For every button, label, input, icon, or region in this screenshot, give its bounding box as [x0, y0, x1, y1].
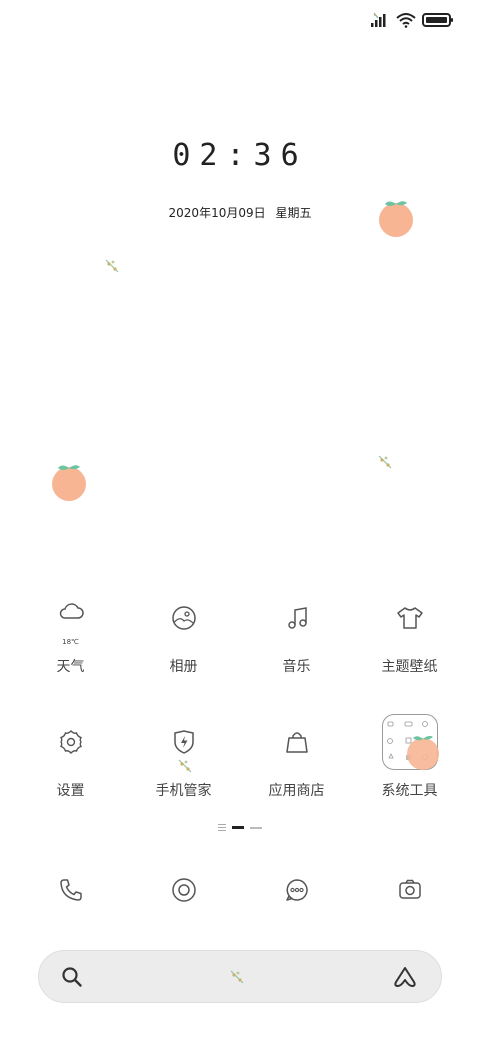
- shield-icon: [156, 714, 212, 770]
- dock: [14, 862, 466, 918]
- flower-sprig-icon: [378, 455, 392, 469]
- flower-sprig-icon: [230, 970, 244, 983]
- dock-phone[interactable]: [14, 862, 127, 918]
- app-gallery[interactable]: 相册: [127, 590, 240, 676]
- settings-flower-icon: [43, 714, 99, 770]
- weather-temperature: 18℃: [62, 638, 79, 646]
- search-icon[interactable]: [61, 966, 83, 988]
- search-bar[interactable]: [38, 950, 442, 1003]
- dock-browser[interactable]: [127, 862, 240, 918]
- app-label: 手机管家: [155, 783, 212, 799]
- folder-box: [381, 714, 439, 770]
- app-label: 系统工具: [381, 783, 438, 799]
- gallery-icon: [156, 590, 212, 646]
- shopping-bag-icon: [269, 714, 325, 770]
- signal-icon: [370, 12, 390, 28]
- page-menu-icon: [218, 824, 226, 831]
- app-system-tools-folder[interactable]: 系统工具: [353, 714, 466, 800]
- folder-icon: [381, 714, 439, 770]
- weather-cloud-icon: 18℃: [43, 590, 99, 646]
- assistant-icon[interactable]: [391, 965, 419, 989]
- wifi-icon: [396, 12, 416, 28]
- app-label: 天气: [56, 659, 85, 675]
- battery-icon: [422, 12, 454, 28]
- shirt-icon: [382, 590, 438, 646]
- page-dot: [250, 826, 262, 829]
- page-dot-active: [232, 826, 244, 829]
- music-note-icon: [269, 590, 325, 646]
- app-settings[interactable]: 设置: [14, 714, 127, 800]
- app-label: 音乐: [282, 659, 311, 675]
- app-weather[interactable]: 18℃ 天气: [14, 590, 127, 676]
- dock-messages[interactable]: [240, 862, 353, 918]
- phone-icon: [59, 879, 82, 901]
- page-indicator[interactable]: [0, 824, 480, 831]
- peach-decoration-icon: [52, 465, 86, 501]
- camera-icon: [398, 879, 421, 899]
- browser-icon: [171, 878, 196, 902]
- app-themes[interactable]: 主题壁纸: [353, 590, 466, 676]
- app-music[interactable]: 音乐: [240, 590, 353, 676]
- app-store[interactable]: 应用商店: [240, 714, 353, 800]
- app-label: 主题壁纸: [381, 659, 438, 675]
- weekday-text: 星期五: [275, 206, 312, 220]
- app-grid-row-2: 设置 手机管家 应用商店 系统工具: [14, 714, 466, 800]
- date-text: 2020年10月09日: [168, 206, 266, 220]
- app-label: 相册: [169, 659, 198, 675]
- app-label: 应用商店: [268, 783, 325, 799]
- app-label: 设置: [56, 783, 85, 799]
- messages-icon: [285, 879, 308, 901]
- dock-camera[interactable]: [353, 862, 466, 918]
- peach-decoration-icon: [379, 201, 413, 237]
- peach-decoration-icon: [406, 735, 439, 770]
- status-bar: [370, 8, 454, 32]
- clock-time: 02:36: [172, 138, 308, 173]
- flower-sprig-icon: [105, 259, 119, 273]
- app-grid-row-1: 18℃ 天气 相册 音乐 主题壁纸: [14, 590, 466, 676]
- app-phone-manager[interactable]: 手机管家: [127, 714, 240, 800]
